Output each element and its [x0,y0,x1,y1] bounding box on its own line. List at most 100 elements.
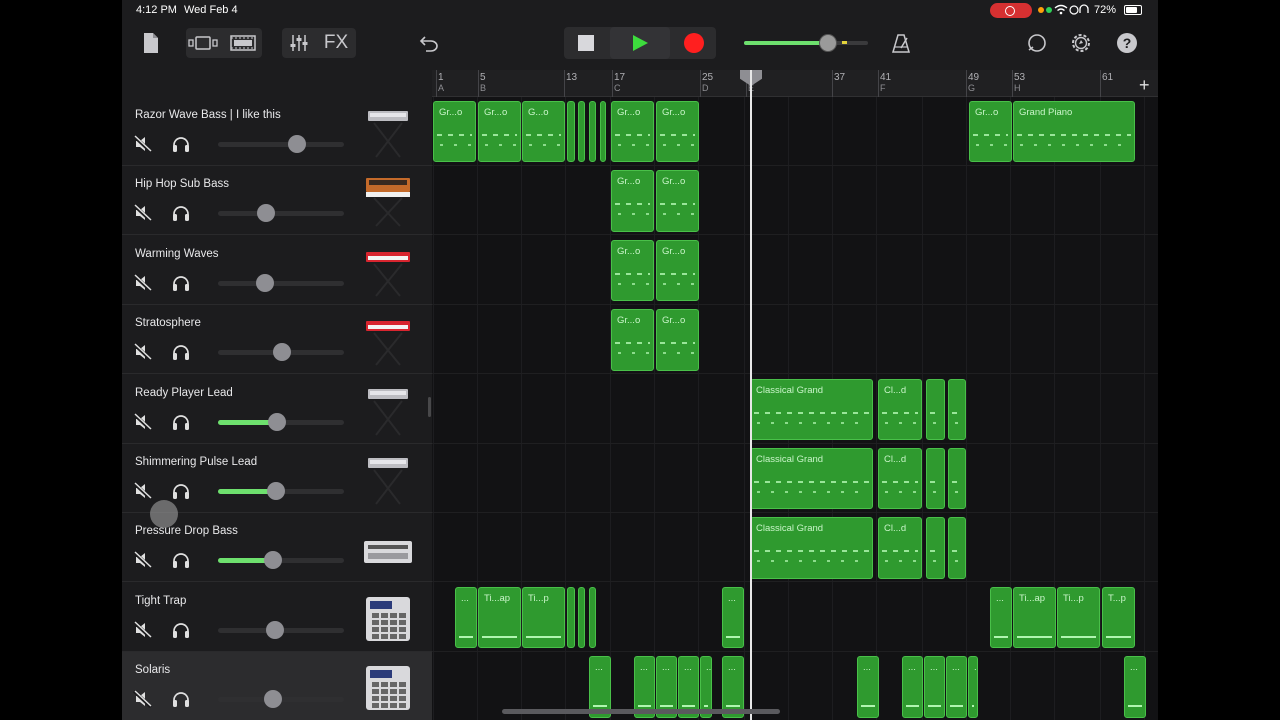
synth-keyboard-icon[interactable] [360,105,416,159]
record-icon[interactable] [678,30,710,56]
playhead[interactable] [750,70,752,720]
music-region[interactable]: Gr...o [656,101,699,163]
mute-icon[interactable] [132,342,153,362]
track-volume-slider[interactable] [218,343,344,362]
beat-pad-icon[interactable] [360,591,416,645]
music-region[interactable]: ... [990,586,1012,649]
track-volume-slider[interactable] [218,135,344,153]
music-region[interactable] [926,517,945,579]
track-header[interactable]: Tight Trap [122,583,432,652]
music-region[interactable]: Gr...o [600,101,606,163]
music-region[interactable] [578,586,585,649]
music-region[interactable]: ... [722,586,744,649]
music-region[interactable] [948,517,966,579]
red-keyboard-icon[interactable] [360,244,416,298]
section-marker[interactable]: C [614,83,621,93]
section-marker[interactable]: G [968,83,975,93]
music-region[interactable] [589,101,596,163]
track-header[interactable]: Ready Player Lead [122,375,432,444]
track-header[interactable]: Razor Wave Bass | I like this [122,97,432,166]
track-volume-slider[interactable] [218,482,344,500]
track-name[interactable]: Hip Hop Sub Bass [135,178,229,190]
music-region[interactable]: T...p [1102,586,1135,649]
mute-icon[interactable] [132,273,153,293]
music-region[interactable]: Cl...d [878,378,922,440]
music-region[interactable]: Gr...o [433,101,476,163]
fx-button[interactable]: FX [320,30,352,56]
tracks-view-icon[interactable] [228,30,258,56]
track-volume-knob[interactable] [273,343,292,362]
track-volume-slider[interactable] [218,412,344,431]
track-volume-knob[interactable] [256,204,275,223]
solo-headphones-icon[interactable] [171,551,191,569]
synth-keyboard-icon[interactable] [360,383,416,437]
music-region[interactable]: Ti...p [522,586,565,649]
music-region[interactable]: ... [1124,656,1146,718]
music-region[interactable]: Gr...o [611,170,654,232]
beat-pad-icon[interactable] [360,660,416,714]
track-name[interactable]: Solaris [135,664,170,676]
solo-headphones-icon[interactable] [171,343,191,361]
music-region[interactable]: ... [924,656,945,718]
master-volume-knob[interactable] [819,34,838,52]
track-volume-knob[interactable] [255,273,274,292]
solo-headphones-icon[interactable] [171,690,191,708]
track-lane[interactable] [432,305,1158,375]
loop-icon[interactable] [1024,30,1050,56]
music-region[interactable]: Cl...d [878,517,922,579]
track-volume-knob[interactable] [264,551,283,570]
add-section-icon[interactable]: + [1139,75,1150,96]
music-region[interactable] [948,378,966,440]
screen-recording-icon[interactable] [990,3,1032,18]
mute-icon[interactable] [132,689,153,709]
track-volume-slider[interactable] [218,690,344,709]
music-region[interactable]: Gr...o [611,101,654,163]
horizontal-scrollbar[interactable] [502,709,780,714]
track-header[interactable]: Warming Waves [122,236,432,305]
solo-headphones-icon[interactable] [171,274,191,292]
section-marker[interactable]: B [480,83,486,93]
music-region[interactable]: Ti...ap [478,586,521,649]
mute-icon[interactable] [132,620,153,640]
synth-keyboard-icon[interactable] [360,452,416,506]
music-region[interactable]: Ti...ap [1013,586,1056,649]
music-region[interactable]: Gr...o [656,309,699,371]
document-icon[interactable] [140,30,162,56]
track-volume-knob[interactable] [264,690,283,709]
music-region[interactable]: Cl...d [878,448,922,510]
music-region[interactable] [578,101,585,163]
view-toggle-icon[interactable] [188,30,220,56]
timeline-ruler[interactable]: 15131725253741495361ABCDEFGH [432,70,1158,97]
track-header[interactable]: Solaris [122,652,432,720]
track-name[interactable]: Pressure Drop Bass [135,525,238,537]
solo-headphones-icon[interactable] [171,204,191,222]
track-volume-slider[interactable] [218,273,344,292]
section-marker[interactable]: F [880,83,886,93]
mute-icon[interactable] [132,551,153,570]
section-marker[interactable]: H [1014,83,1021,93]
music-region[interactable]: Ti...p [1057,586,1100,649]
music-region[interactable] [567,586,575,649]
track-lane[interactable] [432,236,1158,305]
track-header[interactable]: Stratosphere [122,305,432,375]
metronome-icon[interactable] [888,30,914,56]
music-region[interactable]: Grand Piano [1013,101,1135,163]
solo-headphones-icon[interactable] [171,482,191,500]
music-region[interactable] [926,378,945,440]
music-region[interactable]: G...o [522,101,565,163]
music-region[interactable]: ... [857,656,879,718]
track-volume-slider[interactable] [218,204,344,223]
track-volume-slider[interactable] [218,620,344,639]
music-region[interactable]: Classical Grand [750,448,873,510]
music-region[interactable]: Gr...o [969,101,1012,163]
music-region[interactable]: Gr...o [656,239,699,302]
settings-icon[interactable] [1068,30,1094,56]
mute-icon[interactable] [132,412,153,431]
track-volume-knob[interactable] [288,135,307,153]
track-name[interactable]: Shimmering Pulse Lead [135,456,257,468]
music-region[interactable]: Classical Grand [750,378,873,440]
track-lane[interactable] [432,166,1158,236]
music-region[interactable]: Gr...o [656,170,699,232]
music-region[interactable]: ... [946,656,967,718]
track-name[interactable]: Ready Player Lead [135,387,233,399]
